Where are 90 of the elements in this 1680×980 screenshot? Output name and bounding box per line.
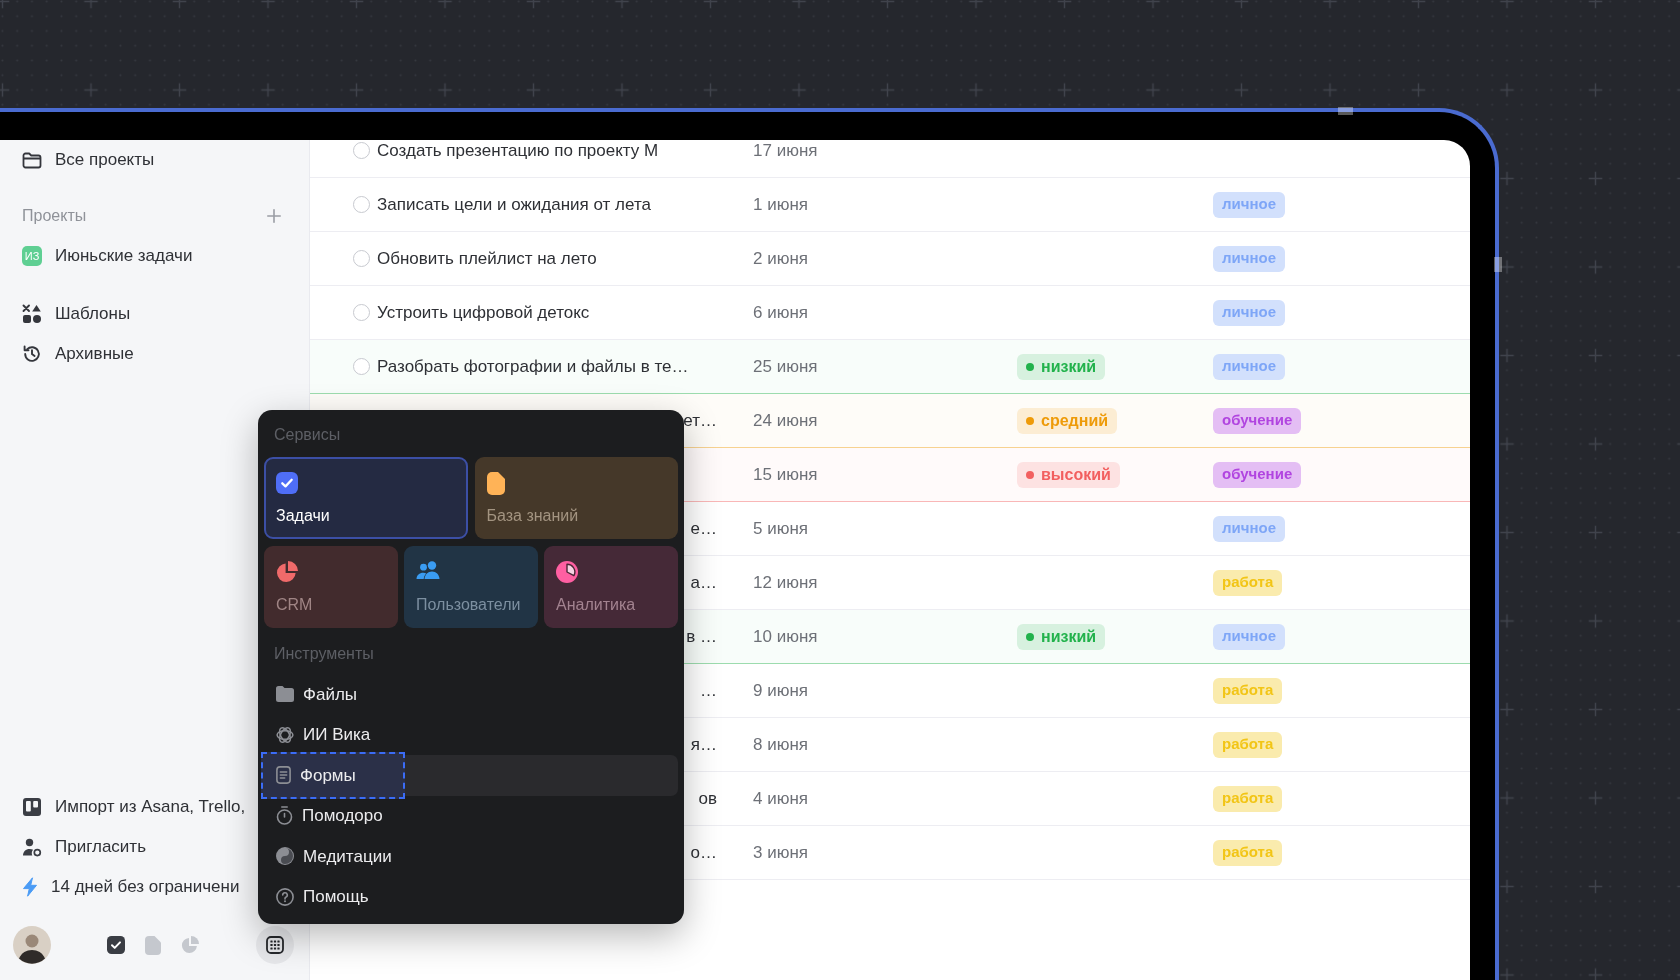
section-title: Проекты: [22, 206, 87, 226]
service-tile[interactable]: База знаний: [474, 457, 678, 539]
task-row[interactable]: Разобрать фотографии и файлы в те… 25 июня низкий личное: [310, 340, 1470, 394]
category-tag: работа: [1213, 785, 1283, 812]
due-date: 1 июня: [753, 194, 809, 214]
task-title: Записать цели и ожидания от лета: [377, 193, 651, 216]
due-date: 15 июня: [753, 464, 818, 484]
priority-label: высокий: [1041, 464, 1111, 485]
task-title: е…: [690, 517, 717, 540]
category-tag: работа: [1213, 731, 1283, 758]
task-checkbox[interactable]: [353, 196, 370, 213]
service-tile[interactable]: Пользователи: [404, 546, 538, 628]
category-tag: работа: [1213, 569, 1283, 596]
menu-item[interactable]: Медитации: [264, 836, 400, 877]
lightning-icon: [22, 877, 38, 897]
category-tag: личное: [1213, 191, 1286, 218]
due-date: 8 июня: [753, 734, 809, 754]
task-title: в …: [686, 625, 717, 648]
due-date: 5 июня: [753, 518, 809, 538]
service-tile[interactable]: CRM: [264, 546, 398, 628]
task-checkbox[interactable]: [353, 250, 370, 267]
category-tag: личное: [1213, 299, 1286, 326]
task-checkbox[interactable]: [353, 358, 370, 375]
document-icon: [276, 766, 291, 785]
due-date: 9 июня: [753, 680, 809, 700]
category-tag: личное: [1213, 623, 1286, 650]
task-title: о…: [690, 841, 717, 864]
board-icon: [22, 797, 42, 817]
due-date: 17 июня: [753, 140, 818, 160]
task-checkbox[interactable]: [353, 304, 370, 321]
folder-icon: [22, 151, 42, 169]
task-title: Обновить плейлист на лето: [377, 247, 597, 270]
task-title: Разобрать фотографии и файлы в те…: [377, 355, 689, 378]
help-icon: [276, 887, 294, 906]
category-tag: личное: [1213, 353, 1286, 380]
priority-label: средний: [1041, 410, 1109, 431]
category-tag: работа: [1213, 677, 1283, 704]
priority-label: низкий: [1041, 356, 1097, 377]
task-title: …: [700, 679, 717, 702]
task-title: я…: [690, 733, 717, 756]
avatar-icon[interactable]: [13, 926, 51, 964]
due-date: 2 июня: [753, 248, 809, 268]
task-title: Устроить цифровой детокс: [377, 301, 590, 324]
sidebar-item[interactable]: Шаблоны: [22, 301, 131, 327]
yin-yang-icon: [276, 847, 294, 866]
rosette-icon: [276, 725, 294, 744]
task-title: а…: [690, 571, 717, 594]
menu-item[interactable]: ИИ Вика: [264, 714, 379, 755]
sidebar-item[interactable]: ИЗ Июньские задачи: [22, 243, 193, 269]
menu-item[interactable]: Файлы: [264, 674, 365, 715]
priority-label: низкий: [1041, 626, 1097, 647]
sidebar-item[interactable]: Архивные: [22, 341, 134, 367]
history-icon: [22, 344, 42, 364]
menu-item[interactable]: Помощь: [264, 876, 377, 917]
add-user-icon: [22, 837, 42, 857]
stopwatch-icon: [276, 806, 293, 826]
apps-button[interactable]: [256, 926, 294, 964]
sidebar-item[interactable]: Пригласить: [22, 834, 146, 860]
document-icon[interactable]: [145, 935, 161, 955]
due-date: 6 июня: [753, 302, 809, 322]
sidebar-item[interactable]: Все проекты: [22, 147, 155, 173]
check-icon[interactable]: [107, 936, 125, 954]
category-tag: личное: [1213, 245, 1286, 272]
category-tag: личное: [1213, 515, 1286, 542]
grid-icon: [266, 936, 284, 954]
service-tile[interactable]: Аналитика: [544, 546, 678, 628]
task-checkbox[interactable]: [353, 142, 370, 159]
task-title: Создать презентацию по проекту М: [377, 140, 659, 162]
due-date: 12 июня: [753, 572, 818, 592]
resize-handle[interactable]: [1494, 257, 1502, 272]
menu-item[interactable]: Формы: [261, 752, 405, 799]
task-title: ов: [698, 787, 717, 810]
category-tag: обучение: [1213, 461, 1302, 488]
resize-handle[interactable]: [1338, 107, 1353, 115]
folder-icon: [276, 686, 294, 703]
sidebar-item[interactable]: Импорт из Asana, Trello,: [22, 794, 246, 820]
category-tag: работа: [1213, 839, 1283, 866]
plus-icon[interactable]: [267, 209, 281, 223]
service-tile[interactable]: Задачи: [264, 457, 468, 539]
due-date: 25 июня: [753, 356, 818, 376]
task-title: ет…: [683, 409, 717, 432]
due-date: 4 июня: [753, 788, 809, 808]
category-tag: обучение: [1213, 407, 1302, 434]
sidebar-item[interactable]: 14 дней без ограничени: [22, 874, 240, 900]
due-date: 10 июня: [753, 626, 818, 646]
shapes-icon: [22, 304, 42, 324]
due-date: 24 июня: [753, 410, 818, 430]
pie-chart-icon[interactable]: [181, 936, 199, 954]
due-date: 3 июня: [753, 842, 809, 862]
project-initials: ИЗ: [22, 246, 42, 266]
